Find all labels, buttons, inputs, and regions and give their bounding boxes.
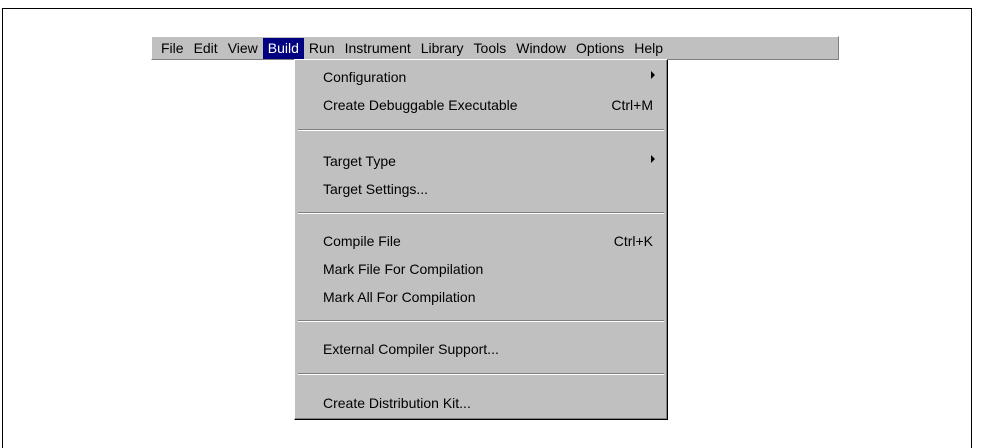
menu-item-label: Mark All For Compilation <box>323 289 476 305</box>
menu-item-label: Create Debuggable Executable <box>323 97 518 113</box>
menu-instrument[interactable]: Instrument <box>340 38 416 59</box>
menu-item-label: External Compiler Support... <box>323 341 499 357</box>
menu-item-label: Target Settings... <box>323 181 429 197</box>
shortcut-label: Ctrl+M <box>611 97 653 113</box>
menu-run[interactable]: Run <box>304 38 340 59</box>
submenu-arrow-icon <box>651 71 655 79</box>
menu-options[interactable]: Options <box>571 38 629 59</box>
menu-help[interactable]: Help <box>629 38 668 59</box>
menu-item-target-type[interactable]: Target Type <box>295 149 667 173</box>
menu-library[interactable]: Library <box>416 38 469 59</box>
menu-view[interactable]: View <box>223 38 263 59</box>
menu-item-mark-file-for-compilation[interactable]: Mark File For Compilation <box>295 257 667 281</box>
menu-edit[interactable]: Edit <box>189 38 223 59</box>
menu-item-label: Compile File <box>323 233 401 249</box>
menu-separator <box>298 373 664 375</box>
menu-bar: File Edit View Build Run Instrument Libr… <box>151 36 839 60</box>
menu-window[interactable]: Window <box>511 38 571 59</box>
submenu-arrow-icon <box>651 155 655 163</box>
menu-item-mark-all-for-compilation[interactable]: Mark All For Compilation <box>295 285 667 309</box>
menu-item-label: Create Distribution Kit... <box>323 395 471 411</box>
menu-item-external-compiler-support[interactable]: External Compiler Support... <box>295 337 667 361</box>
menu-item-target-settings[interactable]: Target Settings... <box>295 177 667 201</box>
menu-item-create-distribution-kit[interactable]: Create Distribution Kit... <box>295 391 667 415</box>
shortcut-label: Ctrl+K <box>613 233 653 249</box>
menu-item-label: Configuration <box>323 69 407 85</box>
menu-item-create-debuggable-executable[interactable]: Create Debuggable Executable Ctrl+M <box>295 93 667 117</box>
menu-item-compile-file[interactable]: Compile File Ctrl+K <box>295 229 667 253</box>
menu-separator <box>298 129 664 131</box>
menu-item-label: Mark File For Compilation <box>323 261 484 277</box>
build-dropdown-menu: Configuration Create Debuggable Executab… <box>294 59 668 420</box>
menu-file[interactable]: File <box>156 38 189 59</box>
menu-tools[interactable]: Tools <box>469 38 512 59</box>
menu-separator <box>298 212 664 214</box>
menu-separator <box>298 320 664 322</box>
menu-build[interactable]: Build <box>262 37 304 59</box>
menu-item-label: Target Type <box>323 153 396 169</box>
menu-item-configuration[interactable]: Configuration <box>295 65 667 89</box>
